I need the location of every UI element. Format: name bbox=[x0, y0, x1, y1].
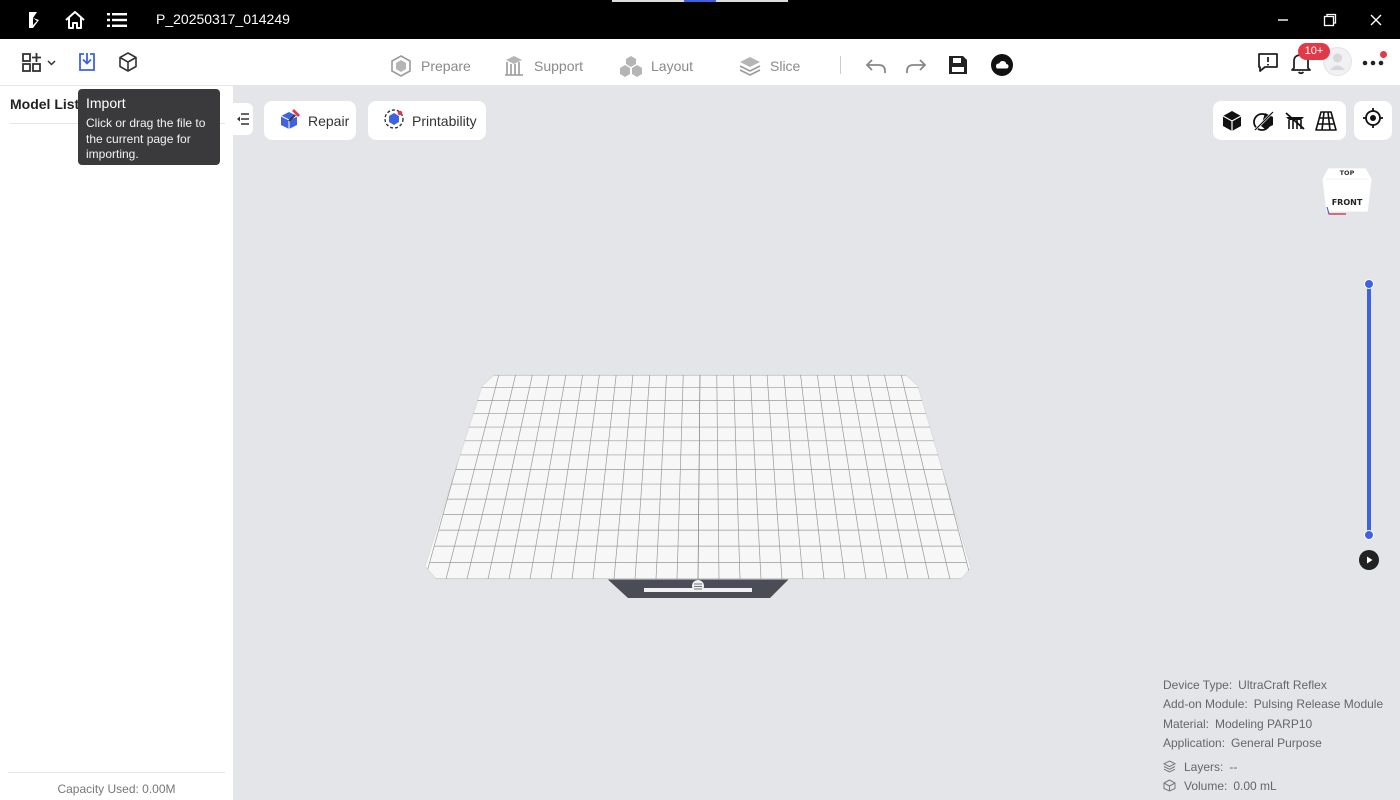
step-support[interactable]: Support bbox=[502, 53, 583, 79]
minimize-icon[interactable] bbox=[1271, 8, 1295, 32]
save-icon[interactable] bbox=[946, 53, 970, 77]
restore-icon[interactable] bbox=[1318, 8, 1342, 32]
notification-badge: 10+ bbox=[1298, 43, 1330, 60]
feedback-icon[interactable] bbox=[1256, 51, 1280, 75]
layout-icon bbox=[619, 54, 643, 78]
addon-module-value: Pulsing Release Module bbox=[1253, 697, 1384, 711]
view-cube-top-label: TOP bbox=[1340, 169, 1355, 177]
repair-label: Repair bbox=[308, 112, 350, 129]
device-type-value: UltraCraft Reflex bbox=[1238, 678, 1327, 692]
step-prepare-label: Prepare bbox=[421, 58, 471, 74]
capacity-used: Capacity Used: 0.00M bbox=[57, 782, 176, 796]
view-mode-toolbar bbox=[1213, 101, 1346, 140]
volume-info: Volume: 0.00 mL bbox=[1184, 779, 1277, 793]
volume-value: 0.00 mL bbox=[1233, 779, 1277, 793]
view-cube-front-label: FRONT bbox=[1332, 198, 1363, 207]
application-key: Application: bbox=[1163, 736, 1226, 750]
repair-button[interactable]: Repair bbox=[264, 101, 356, 140]
step-slice-label: Slice bbox=[770, 58, 801, 74]
model-list-title: Model List bbox=[10, 96, 80, 112]
step-prepare[interactable]: Prepare bbox=[389, 53, 471, 79]
step-support-label: Support bbox=[534, 58, 584, 74]
addon-module-info: Add-on Module: Pulsing Release Module bbox=[1163, 697, 1383, 711]
document-title: P_20250317_014249 bbox=[156, 11, 290, 27]
redo-icon[interactable] bbox=[904, 54, 928, 78]
material-key: Material: bbox=[1163, 717, 1210, 731]
step-layout[interactable]: Layout bbox=[619, 53, 693, 79]
support-icon bbox=[502, 54, 526, 78]
layer-slider-track[interactable] bbox=[1367, 284, 1371, 535]
layers-info: Layers: -- bbox=[1184, 760, 1237, 774]
volume-key: Volume: bbox=[1184, 779, 1228, 793]
device-type-info: Device Type: UltraCraft Reflex bbox=[1163, 678, 1327, 692]
grid-view-icon[interactable] bbox=[1314, 109, 1338, 133]
view-cube[interactable]: TOP FRONT bbox=[1320, 164, 1374, 216]
toolbar-divider bbox=[840, 56, 841, 74]
addon-module-key: Add-on Module: bbox=[1163, 697, 1248, 711]
layers-key: Layers: bbox=[1184, 760, 1224, 774]
build-plate[interactable] bbox=[420, 370, 980, 607]
play-layers-button[interactable] bbox=[1359, 550, 1379, 570]
volume-icon bbox=[1163, 779, 1176, 792]
apps-grid-icon[interactable] bbox=[22, 52, 60, 74]
model-list-panel: Model List Capacity Used: 0.00M bbox=[0, 86, 233, 800]
device-type-key: Device Type: bbox=[1163, 678, 1233, 692]
printability-button[interactable]: Printability bbox=[368, 101, 486, 140]
application-info: Application: General Purpose bbox=[1163, 736, 1322, 750]
layer-slider-top-handle[interactable] bbox=[1364, 279, 1374, 289]
step-slice[interactable]: Slice bbox=[738, 53, 800, 79]
step-layout-label: Layout bbox=[651, 58, 694, 74]
layer-slider-bottom-handle[interactable] bbox=[1364, 530, 1374, 540]
tab-indicator bbox=[612, 0, 684, 2]
repair-icon bbox=[278, 107, 302, 134]
layers-value: -- bbox=[1229, 760, 1238, 774]
hide-support-icon[interactable] bbox=[1283, 109, 1307, 133]
locate-icon bbox=[1362, 107, 1384, 134]
avatar-status-dot bbox=[1380, 51, 1387, 58]
solid-view-icon[interactable] bbox=[1220, 109, 1244, 133]
printability-icon bbox=[382, 107, 406, 134]
material-info: Material: Modeling PARP10 bbox=[1163, 717, 1312, 731]
model-cube-icon[interactable] bbox=[116, 50, 140, 74]
collapse-panel-button[interactable] bbox=[233, 103, 253, 135]
divider bbox=[8, 772, 225, 773]
tooltip-body: Click or drag the file to the current pa… bbox=[86, 116, 206, 161]
layers-icon bbox=[1162, 760, 1177, 773]
app-logo-icon[interactable] bbox=[22, 8, 46, 32]
material-value: Modeling PARP10 bbox=[1215, 717, 1313, 731]
import-icon[interactable] bbox=[75, 50, 99, 74]
main-toolbar: Prepare Support Layout Slice bbox=[0, 39, 1400, 86]
tab-indicator-active bbox=[684, 0, 716, 2]
slice-icon bbox=[738, 54, 762, 78]
import-tooltip: Import Click or drag the file to the cur… bbox=[78, 89, 220, 165]
title-bar: P_20250317_014249 bbox=[0, 0, 1400, 39]
tooltip-title: Import bbox=[86, 95, 126, 111]
tab-indicator bbox=[716, 0, 788, 2]
undo-icon[interactable] bbox=[864, 54, 888, 78]
xray-view-icon[interactable] bbox=[1252, 109, 1276, 133]
close-icon[interactable] bbox=[1364, 8, 1388, 32]
home-icon[interactable] bbox=[63, 8, 87, 32]
application-value: General Purpose bbox=[1231, 736, 1322, 750]
locate-button[interactable] bbox=[1354, 101, 1392, 140]
menu-list-icon[interactable] bbox=[105, 8, 129, 32]
prepare-icon bbox=[389, 54, 413, 78]
cloud-icon[interactable] bbox=[990, 53, 1014, 77]
printability-label: Printability bbox=[412, 112, 477, 129]
